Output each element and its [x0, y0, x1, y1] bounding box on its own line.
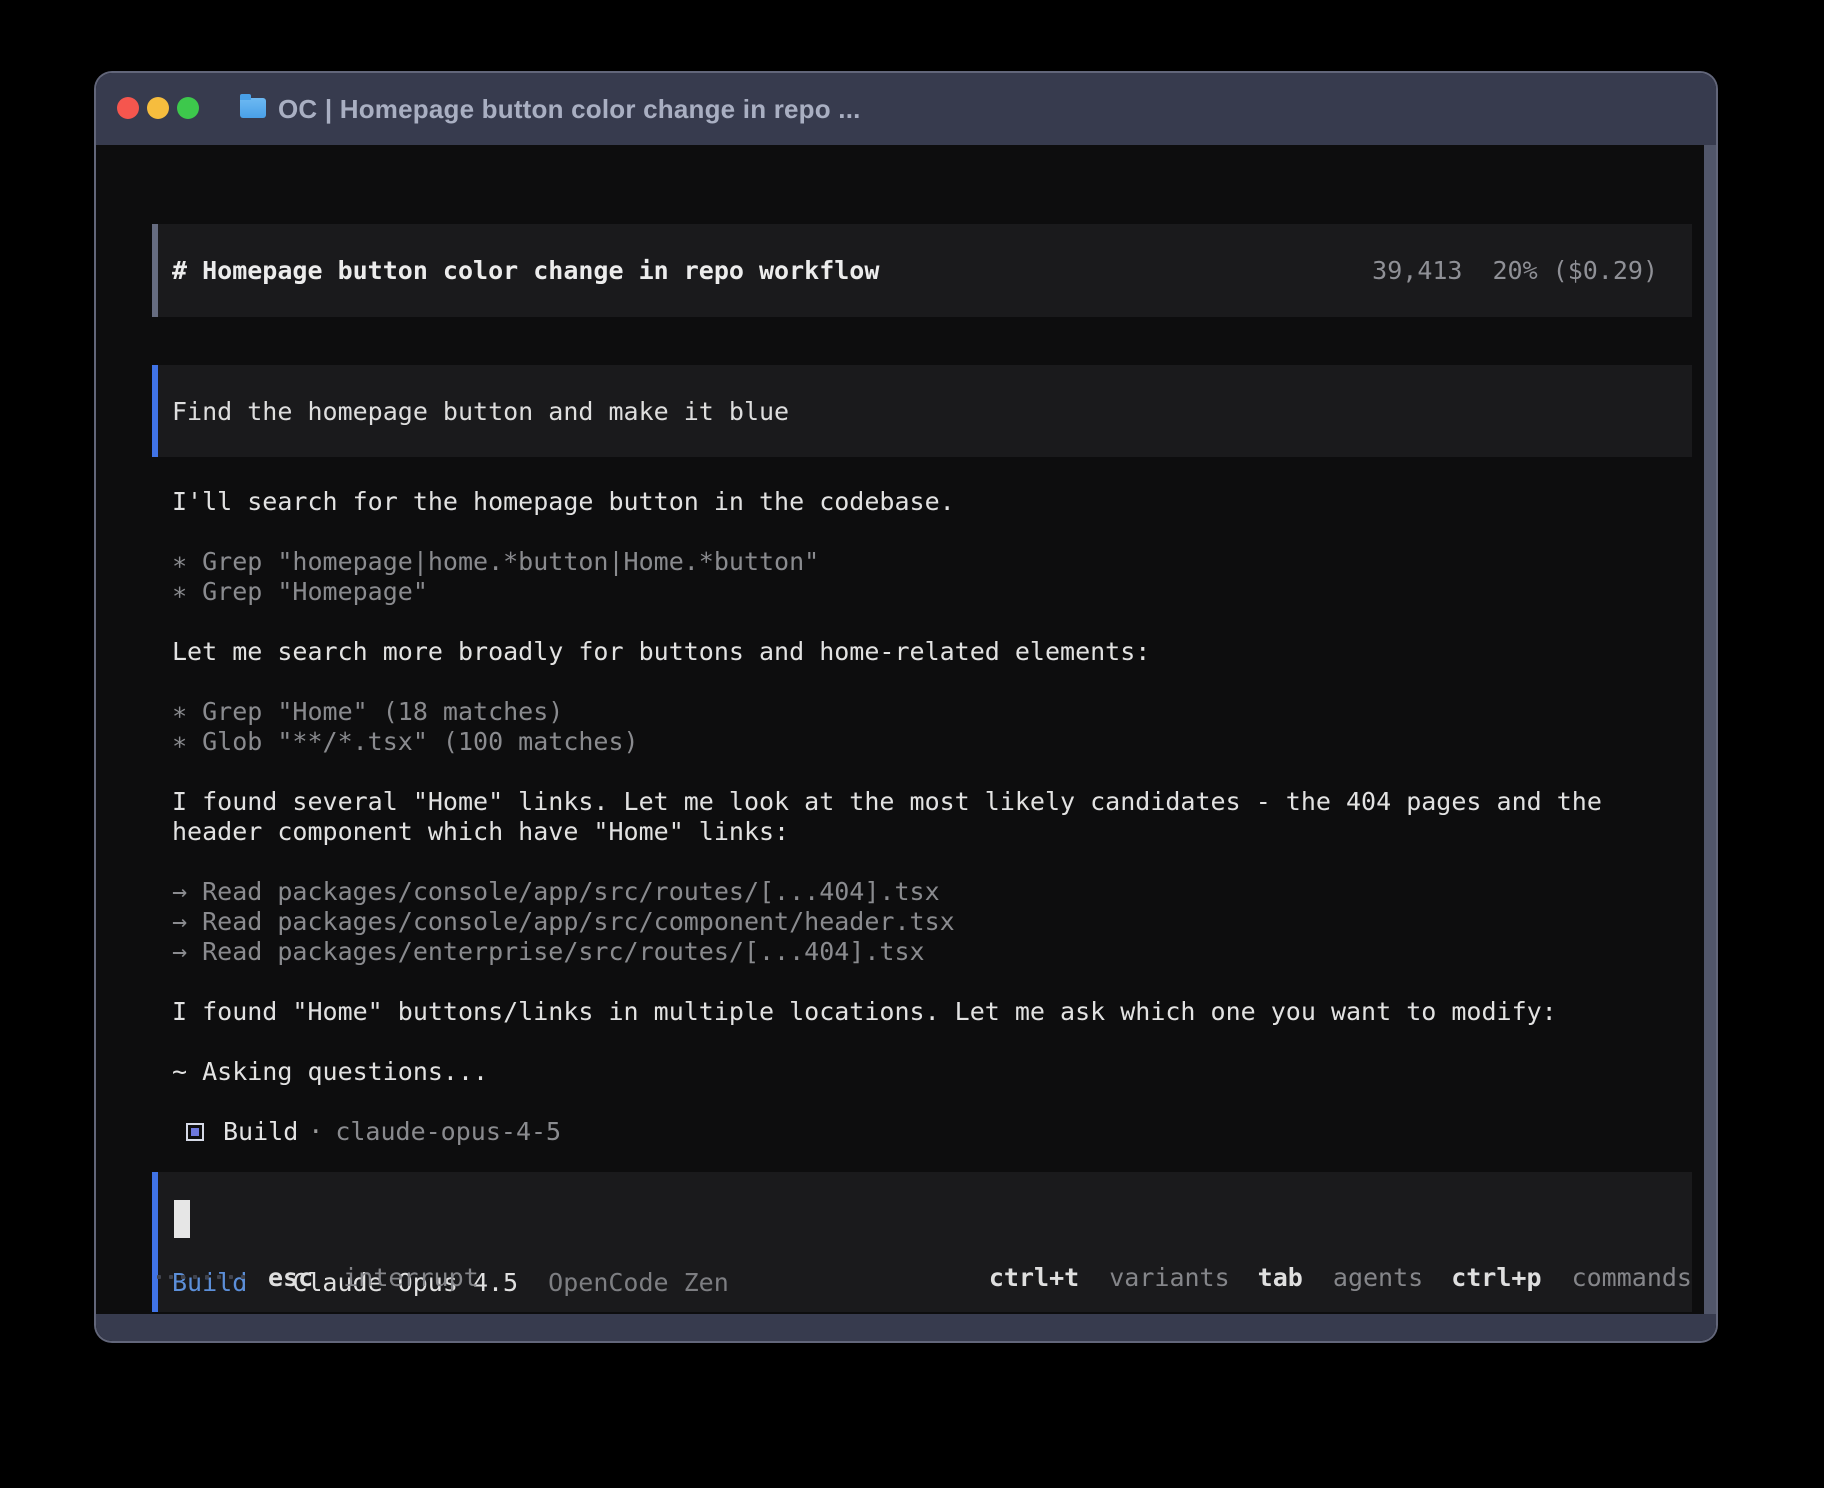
shortcut-commands: ctrl+p commands — [1451, 1263, 1692, 1292]
assistant-text: Let me search more broadly for buttons a… — [172, 637, 1151, 666]
assistant-text: I'll search for the homepage button in t… — [172, 487, 955, 516]
agent-name: Build — [223, 1117, 299, 1146]
tool-call-glob: ∗ Glob "**/*.tsx" (100 matches) — [172, 727, 639, 756]
session-header: # Homepage button color change in repo w… — [152, 224, 1692, 317]
tool-call-grep: ∗ Grep "Home" (18 matches) — [172, 697, 564, 726]
window-bottom-edge — [96, 1314, 1716, 1341]
shortcut-interrupt: esc interrupt — [268, 1263, 479, 1292]
shortcut-key: tab — [1257, 1262, 1303, 1292]
close-button[interactable] — [117, 97, 139, 119]
session-cost: ($0.29) — [1552, 256, 1658, 285]
agent-build-icon — [186, 1123, 204, 1141]
tool-call-read: → Read packages/console/app/src/routes/[… — [172, 877, 940, 906]
user-message-text: Find the homepage button and make it blu… — [172, 396, 790, 426]
window-title: OC | Homepage button color change in rep… — [278, 93, 861, 124]
agent-status-row: Build · claude-opus-4-5 — [186, 1117, 1694, 1147]
shortcut-label: interrupt — [343, 1262, 479, 1292]
session-stats: 39,413 20% ($0.29) — [1372, 256, 1658, 285]
shortcut-key: ctrl+t — [988, 1262, 1080, 1292]
scrollbar[interactable] — [1704, 145, 1716, 1314]
agent-separator: · — [308, 1117, 324, 1146]
tool-call-grep: ∗ Grep "Homepage" — [172, 577, 428, 606]
status-bar: esc interrupt ctrl+t variants tab agents… — [157, 1262, 1692, 1292]
shortcut-variants: ctrl+t variants — [989, 1263, 1230, 1292]
text-cursor — [174, 1200, 190, 1238]
shortcut-label: commands — [1571, 1262, 1692, 1292]
titlebar[interactable]: OC | Homepage button color change in rep… — [96, 73, 1716, 145]
token-count: 39,413 — [1372, 256, 1463, 285]
terminal-content: # Homepage button color change in repo w… — [96, 145, 1716, 1314]
shortcut-label: variants — [1109, 1262, 1230, 1292]
minimize-button[interactable] — [147, 97, 169, 119]
assistant-text: I found several "Home" links. Let me loo… — [172, 787, 1602, 846]
zoom-button[interactable] — [177, 97, 199, 119]
tool-call-read: → Read packages/enterprise/src/routes/[.… — [172, 937, 925, 966]
app-window: OC | Homepage button color change in rep… — [96, 73, 1716, 1341]
shortcut-key: esc — [268, 1262, 314, 1292]
assistant-text: I found "Home" buttons/links in multiple… — [172, 997, 1557, 1026]
user-message: Find the homepage button and make it blu… — [152, 365, 1692, 457]
context-percent: 20% — [1492, 256, 1538, 285]
agent-model: claude-opus-4-5 — [335, 1117, 562, 1146]
tool-call-grep: ∗ Grep "homepage|home.*button|Home.*butt… — [172, 547, 820, 576]
progress-dots — [157, 1275, 245, 1279]
folder-icon — [240, 94, 266, 118]
conversation: I'll search for the homepage button in t… — [172, 487, 1694, 1147]
shortcut-agents: tab agents — [1258, 1263, 1424, 1292]
session-title: # Homepage button color change in repo w… — [172, 256, 880, 285]
shortcut-label: agents — [1332, 1262, 1424, 1292]
shortcut-key: ctrl+p — [1451, 1262, 1542, 1292]
shortcut-group: ctrl+t variants tab agents ctrl+p comman… — [961, 1263, 1692, 1292]
assistant-status-text: ~ Asking questions... — [172, 1057, 489, 1086]
tool-call-read: → Read packages/console/app/src/componen… — [172, 907, 955, 936]
